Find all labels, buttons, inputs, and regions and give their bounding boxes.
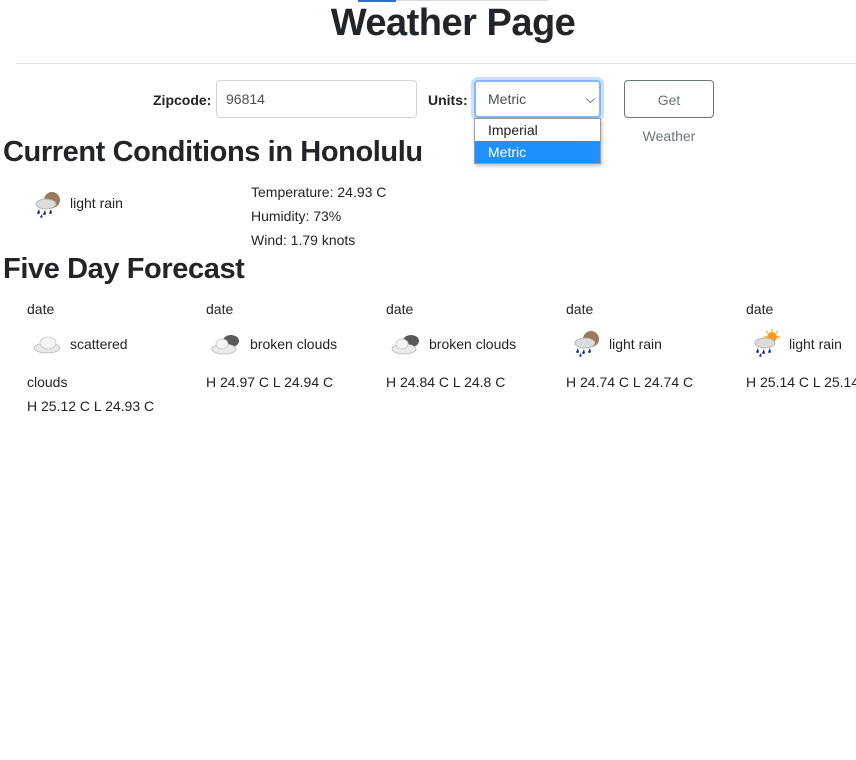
forecast-description: broken clouds — [250, 336, 338, 352]
five-day-forecast-heading: Five Day Forecast — [3, 253, 245, 285]
rain-cloud-night-icon — [574, 330, 600, 358]
current-wind: Wind: 1.79 knots — [251, 232, 356, 248]
forecast-description: light rain — [789, 336, 842, 352]
zipcode-label: Zipcode: — [153, 92, 212, 108]
current-description: light rain — [70, 195, 123, 211]
chevron-down-icon: ⌵ — [585, 92, 595, 106]
units-select[interactable]: Metric ⌵ — [474, 80, 601, 118]
current-temperature: Temperature: 24.93 C — [251, 184, 387, 200]
page-title: Weather Page — [330, 2, 576, 44]
forecast-high-low: H 25.14 C L 25.14 C — [746, 374, 856, 390]
forecast-description: broken clouds — [429, 336, 517, 352]
zipcode-input[interactable] — [216, 80, 417, 118]
forecast-date: date — [386, 301, 414, 317]
current-conditions-heading: Current Conditions in Honolulu — [3, 136, 423, 168]
current-humidity: Humidity: 73% — [251, 208, 342, 224]
forecast-date: date — [27, 301, 55, 317]
forecast-high-low: H 25.12 C L 24.93 C — [27, 398, 155, 414]
rain-sun-icon — [754, 328, 781, 358]
forecast-date: date — [566, 301, 594, 317]
top-accent-line — [396, 0, 548, 1]
units-option-metric[interactable]: Metric — [475, 141, 600, 163]
scattered-clouds-icon — [33, 336, 61, 354]
units-label: Units: — [428, 92, 468, 108]
forecast-high-low: H 24.97 C L 24.94 C — [206, 374, 334, 390]
forecast-description: light rain — [609, 336, 662, 352]
forecast-date: date — [206, 301, 234, 317]
units-dropdown-list: Imperial Metric — [474, 118, 601, 164]
header-divider — [16, 63, 856, 64]
broken-clouds-icon — [391, 334, 420, 355]
forecast-description: scattered — [70, 336, 128, 352]
units-option-imperial[interactable]: Imperial — [475, 119, 600, 141]
forecast-date: date — [746, 301, 774, 317]
forecast-high-low: H 24.74 C L 24.74 C — [566, 374, 694, 390]
forecast-description-cont: clouds — [27, 374, 68, 390]
get-weather-button[interactable]: Get Weather — [624, 80, 714, 144]
forecast-high-low: H 24.84 C L 24.8 C — [386, 374, 506, 390]
rain-cloud-night-icon — [35, 191, 61, 219]
broken-clouds-icon — [211, 334, 240, 355]
units-select-value: Metric — [488, 91, 527, 107]
